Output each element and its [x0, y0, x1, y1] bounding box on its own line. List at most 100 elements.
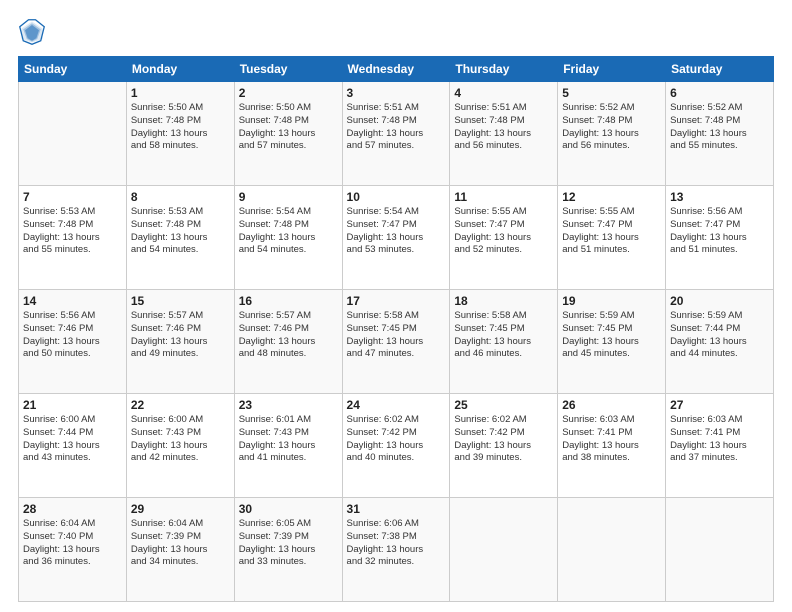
- cell-content: Sunrise: 6:06 AM Sunset: 7:38 PM Dayligh…: [347, 518, 446, 569]
- day-number: 4: [454, 86, 553, 100]
- day-number: 18: [454, 294, 553, 308]
- day-number: 17: [347, 294, 446, 308]
- calendar-cell: 28Sunrise: 6:04 AM Sunset: 7:40 PM Dayli…: [19, 498, 127, 602]
- cell-content: Sunrise: 5:56 AM Sunset: 7:46 PM Dayligh…: [23, 310, 122, 361]
- calendar-week-row: 14 Sunrise: 5:56 AM Sunset: 7:46 PM Dayli…: [19, 290, 774, 394]
- cell-content: Sunrise: 5:53 AM Sunset: 7:48 PM Dayligh…: [23, 206, 122, 257]
- calendar-cell: 27 Sunrise: 6:03 AM Sunset: 7:41 PM Dayli…: [666, 394, 774, 498]
- cell-content: Sunrise: 5:57 AM Sunset: 7:46 PM Dayligh…: [131, 310, 230, 361]
- day-number: 29: [131, 502, 230, 516]
- cell-content: Sunrise: 5:53 AM Sunset: 7:48 PM Dayligh…: [131, 206, 230, 257]
- weekday-header-wednesday: Wednesday: [342, 57, 450, 82]
- day-number: 11: [454, 190, 553, 204]
- calendar-cell: 1Sunrise: 5:50 AM Sunset: 7:48 PM Daylig…: [126, 82, 234, 186]
- calendar-cell: 17 Sunrise: 5:58 AM Sunset: 7:45 PM Dayli…: [342, 290, 450, 394]
- day-number: 3: [347, 86, 446, 100]
- calendar-cell: 13Sunrise: 5:56 AM Sunset: 7:47 PM Dayli…: [666, 186, 774, 290]
- weekday-header-friday: Friday: [558, 57, 666, 82]
- day-number: 27: [670, 398, 769, 412]
- day-number: 14: [23, 294, 122, 308]
- calendar-cell: 15 Sunrise: 5:57 AM Sunset: 7:46 PM Dayli…: [126, 290, 234, 394]
- calendar-cell: 19 Sunrise: 5:59 AM Sunset: 7:45 PM Dayli…: [558, 290, 666, 394]
- day-number: 30: [239, 502, 338, 516]
- cell-content: Sunrise: 6:00 AM Sunset: 7:43 PM Dayligh…: [131, 414, 230, 465]
- calendar-cell: 6 Sunrise: 5:52 AM Sunset: 7:48 PM Daylig…: [666, 82, 774, 186]
- calendar-table: SundayMondayTuesdayWednesdayThursdayFrid…: [18, 56, 774, 602]
- day-number: 23: [239, 398, 338, 412]
- cell-content: Sunrise: 5:54 AM Sunset: 7:47 PM Dayligh…: [347, 206, 446, 257]
- calendar-cell: [450, 498, 558, 602]
- cell-content: Sunrise: 5:58 AM Sunset: 7:45 PM Dayligh…: [347, 310, 446, 361]
- calendar-cell: [19, 82, 127, 186]
- day-number: 2: [239, 86, 338, 100]
- calendar-week-row: 7 Sunrise: 5:53 AM Sunset: 7:48 PM Daylig…: [19, 186, 774, 290]
- calendar-cell: [666, 498, 774, 602]
- calendar-cell: 18 Sunrise: 5:58 AM Sunset: 7:45 PM Dayli…: [450, 290, 558, 394]
- calendar-week-row: 21 Sunrise: 6:00 AM Sunset: 7:44 PM Dayli…: [19, 394, 774, 498]
- cell-content: Sunrise: 6:04 AM Sunset: 7:39 PM Dayligh…: [131, 518, 230, 569]
- day-number: 19: [562, 294, 661, 308]
- cell-content: Sunrise: 6:03 AM Sunset: 7:41 PM Dayligh…: [670, 414, 769, 465]
- cell-content: Sunrise: 6:03 AM Sunset: 7:41 PM Dayligh…: [562, 414, 661, 465]
- cell-content: Sunrise: 5:52 AM Sunset: 7:48 PM Dayligh…: [562, 102, 661, 153]
- calendar-cell: 25 Sunrise: 6:02 AM Sunset: 7:42 PM Dayli…: [450, 394, 558, 498]
- calendar-cell: 4 Sunrise: 5:51 AM Sunset: 7:48 PM Daylig…: [450, 82, 558, 186]
- day-number: 28: [23, 502, 122, 516]
- calendar-cell: 29 Sunrise: 6:04 AM Sunset: 7:39 PM Dayli…: [126, 498, 234, 602]
- cell-content: Sunrise: 6:01 AM Sunset: 7:43 PM Dayligh…: [239, 414, 338, 465]
- cell-content: Sunrise: 5:57 AM Sunset: 7:46 PM Dayligh…: [239, 310, 338, 361]
- cell-content: Sunrise: 5:59 AM Sunset: 7:45 PM Dayligh…: [562, 310, 661, 361]
- cell-content: Sunrise: 5:59 AM Sunset: 7:44 PM Dayligh…: [670, 310, 769, 361]
- calendar-cell: 5Sunrise: 5:52 AM Sunset: 7:48 PM Daylig…: [558, 82, 666, 186]
- weekday-header-sunday: Sunday: [19, 57, 127, 82]
- calendar-cell: 2 Sunrise: 5:50 AM Sunset: 7:48 PM Daylig…: [234, 82, 342, 186]
- day-number: 20: [670, 294, 769, 308]
- day-number: 8: [131, 190, 230, 204]
- calendar-week-row: 28Sunrise: 6:04 AM Sunset: 7:40 PM Dayli…: [19, 498, 774, 602]
- cell-content: Sunrise: 5:58 AM Sunset: 7:45 PM Dayligh…: [454, 310, 553, 361]
- calendar-cell: 14 Sunrise: 5:56 AM Sunset: 7:46 PM Dayli…: [19, 290, 127, 394]
- cell-content: Sunrise: 5:54 AM Sunset: 7:48 PM Dayligh…: [239, 206, 338, 257]
- day-number: 21: [23, 398, 122, 412]
- cell-content: Sunrise: 6:05 AM Sunset: 7:39 PM Dayligh…: [239, 518, 338, 569]
- day-number: 22: [131, 398, 230, 412]
- day-number: 7: [23, 190, 122, 204]
- cell-content: Sunrise: 5:51 AM Sunset: 7:48 PM Dayligh…: [454, 102, 553, 153]
- page-container: SundayMondayTuesdayWednesdayThursdayFrid…: [0, 0, 792, 612]
- calendar-cell: 23 Sunrise: 6:01 AM Sunset: 7:43 PM Dayli…: [234, 394, 342, 498]
- day-number: 1: [131, 86, 230, 100]
- cell-content: Sunrise: 5:52 AM Sunset: 7:48 PM Dayligh…: [670, 102, 769, 153]
- cell-content: Sunrise: 5:50 AM Sunset: 7:48 PM Dayligh…: [239, 102, 338, 153]
- calendar-cell: 30 Sunrise: 6:05 AM Sunset: 7:39 PM Dayli…: [234, 498, 342, 602]
- weekday-header-row: SundayMondayTuesdayWednesdayThursdayFrid…: [19, 57, 774, 82]
- day-number: 10: [347, 190, 446, 204]
- cell-content: Sunrise: 6:02 AM Sunset: 7:42 PM Dayligh…: [347, 414, 446, 465]
- calendar-cell: 16 Sunrise: 5:57 AM Sunset: 7:46 PM Dayli…: [234, 290, 342, 394]
- calendar-cell: 10 Sunrise: 5:54 AM Sunset: 7:47 PM Dayli…: [342, 186, 450, 290]
- cell-content: Sunrise: 5:51 AM Sunset: 7:48 PM Dayligh…: [347, 102, 446, 153]
- calendar-cell: 7 Sunrise: 5:53 AM Sunset: 7:48 PM Daylig…: [19, 186, 127, 290]
- day-number: 24: [347, 398, 446, 412]
- cell-content: Sunrise: 6:02 AM Sunset: 7:42 PM Dayligh…: [454, 414, 553, 465]
- day-number: 26: [562, 398, 661, 412]
- logo-icon: [18, 18, 46, 46]
- cell-content: Sunrise: 6:00 AM Sunset: 7:44 PM Dayligh…: [23, 414, 122, 465]
- day-number: 31: [347, 502, 446, 516]
- weekday-header-tuesday: Tuesday: [234, 57, 342, 82]
- cell-content: Sunrise: 5:55 AM Sunset: 7:47 PM Dayligh…: [454, 206, 553, 257]
- day-number: 15: [131, 294, 230, 308]
- day-number: 16: [239, 294, 338, 308]
- weekday-header-saturday: Saturday: [666, 57, 774, 82]
- calendar-cell: 26 Sunrise: 6:03 AM Sunset: 7:41 PM Dayli…: [558, 394, 666, 498]
- calendar-cell: [558, 498, 666, 602]
- day-number: 25: [454, 398, 553, 412]
- calendar-cell: 12Sunrise: 5:55 AM Sunset: 7:47 PM Dayli…: [558, 186, 666, 290]
- calendar-cell: 11 Sunrise: 5:55 AM Sunset: 7:47 PM Dayli…: [450, 186, 558, 290]
- day-number: 13: [670, 190, 769, 204]
- logo: [18, 18, 50, 46]
- calendar-week-row: 1 Sunrise: 5:50 AM Sunset: 7:48 PM Daylig…: [19, 82, 774, 186]
- calendar-cell: 3 Sunrise: 5:51 AM Sunset: 7:48 PM Daylig…: [342, 82, 450, 186]
- weekday-header-thursday: Thursday: [450, 57, 558, 82]
- day-number: 6: [670, 86, 769, 100]
- weekday-header-monday: Monday: [126, 57, 234, 82]
